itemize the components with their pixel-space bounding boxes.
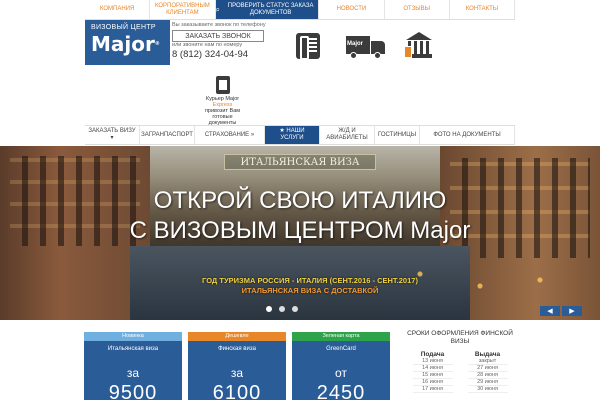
schedule-cell: 17 июня	[412, 386, 453, 393]
schedule-cell: 30 июня	[467, 386, 508, 393]
subnav-photo[interactable]: ФОТО НА ДОКУМЕНТЫ	[420, 126, 515, 144]
subnav-services[interactable]: ★ НАШИ УСЛУГИ	[265, 126, 320, 144]
logo[interactable]: ВИЗОВЫЙ ЦЕНТР Major®	[85, 20, 170, 65]
subnav-hotels[interactable]: ГОСТИНИЦЫ	[375, 126, 420, 144]
price-card-greencard[interactable]: Зеленая карта GreenCard от 2450	[292, 332, 390, 400]
nav-company[interactable]: КОМПАНИЯ	[85, 0, 151, 19]
card-title: GreenCard	[326, 346, 356, 352]
nav-reviews[interactable]: ОТЗЫВЫ	[385, 0, 450, 19]
search-icon: ⌕	[215, 5, 220, 14]
card-from: за	[126, 366, 140, 380]
nav-news[interactable]: НОВОСТИ	[319, 0, 385, 19]
subnav-tickets[interactable]: Ж/Д И АВИАБИЛЕТЫ	[320, 126, 375, 144]
nav-check-status[interactable]: ⌕ ПРОВЕРИТЬ СТАТУС ЗАКАЗА ДОКУМЕНТОВ	[215, 0, 320, 19]
schedule-submit-column: Подача 13 июня 14 июня 15 июня 16 июня 1…	[412, 351, 453, 393]
subnav-order-visa[interactable]: ЗАКАЗАТЬ ВИЗУ ▾	[85, 126, 140, 144]
card-price: 6100	[212, 382, 262, 400]
price-card-finland[interactable]: Дешевле Финская виза за 6100	[188, 332, 286, 400]
slider-prev-button[interactable]: ◀	[540, 306, 560, 316]
courier-block[interactable]: Курьер Major Express привозит Вам готовы…	[200, 76, 245, 126]
card-tag: Зеленая карта	[292, 332, 390, 341]
top-nav: КОМПАНИЯ КОРПОРАТИВНЫМ КЛИЕНТАМ ⌕ ПРОВЕР…	[85, 0, 516, 20]
hero-heading-line2: С ВИЗОВЫМ ЦЕНТРОМ Major	[129, 217, 471, 244]
phone-number[interactable]: 8 (812) 324-04-94	[172, 49, 272, 60]
hero-sub-line2: ИТАЛЬЯНСКАЯ ВИЗА С ДОСТАВКОЙ	[241, 286, 379, 295]
card-price: 2450	[316, 382, 366, 400]
hero-subtitle: ГОД ТУРИЗМА РОССИЯ - ИТАЛИЯ (СЕНТ.2016 -…	[180, 276, 440, 296]
courier-icon	[215, 76, 230, 94]
finnish-visa-schedule: СРОКИ ОФОРМЛЕНИЯ ФИНСКОЙ ВИЗЫ Подача 13 …	[405, 330, 515, 400]
schedule-issue-column: Выдача закрыт 27 июня 28 июня 29 июня 30…	[467, 351, 508, 393]
subnav-passport[interactable]: ЗАГРАНПАСПОРТ	[140, 126, 195, 144]
hero-heading: ОТКРОЙ СВОЮ ИТАЛИЮ С ВИЗОВЫМ ЦЕНТРОМ Maj…	[0, 186, 600, 246]
order-call-button[interactable]: ЗАКАЗАТЬ ЗВОНОК	[172, 30, 264, 42]
slider-dot[interactable]	[279, 306, 285, 312]
phone-icon[interactable]	[296, 33, 320, 60]
bank-icon[interactable]	[404, 32, 434, 60]
nav-corporate[interactable]: КОРПОРАТИВНЫМ КЛИЕНТАМ	[150, 0, 216, 19]
card-tag: Дешевле	[188, 332, 286, 341]
card-from: за	[230, 366, 244, 380]
schedule-cell: 28 июня	[467, 372, 508, 379]
slider-dots	[266, 306, 298, 312]
truck-icon[interactable]: Major	[346, 36, 388, 60]
schedule-submit-header: Подача	[420, 351, 445, 358]
card-title: Финская виза	[218, 346, 256, 352]
card-from: от	[335, 366, 347, 380]
schedule-cell: 14 июня	[412, 365, 453, 372]
logo-brand: Major®	[91, 32, 160, 56]
sub-nav: ЗАКАЗАТЬ ВИЗУ ▾ ЗАГРАНПАСПОРТ СТРАХОВАНИ…	[85, 125, 515, 145]
slider-dot[interactable]	[292, 306, 298, 312]
schedule-title: СРОКИ ОФОРМЛЕНИЯ ФИНСКОЙ ВИЗЫ	[407, 330, 513, 345]
hero-badge: ИТАЛЬЯНСКАЯ ВИЗА	[224, 154, 376, 170]
schedule-cell: 13 июня	[412, 358, 453, 365]
schedule-cell: 15 июня	[412, 372, 453, 379]
price-card-italy[interactable]: Новинка Итальянская виза за 9500	[84, 332, 182, 400]
hero-banner[interactable]: ИТАЛЬЯНСКАЯ ВИЗА ОТКРОЙ СВОЮ ИТАЛИЮ С ВИ…	[0, 146, 600, 320]
nav-check-status-label: ПРОВЕРИТЬ СТАТУС ЗАКАЗА ДОКУМЕНТОВ	[227, 2, 314, 16]
schedule-cell: 29 июня	[467, 379, 508, 386]
schedule-cell: 16 июня	[412, 379, 453, 386]
subnav-insurance[interactable]: СТРАХОВАНИЕ »	[195, 126, 265, 144]
slider-next-button[interactable]: ▶	[562, 306, 582, 316]
hero-heading-line1: ОТКРОЙ СВОЮ ИТАЛИЮ	[153, 187, 447, 214]
schedule-cell: закрыт	[467, 358, 508, 365]
card-tag: Новинка	[84, 332, 182, 341]
card-price: 9500	[108, 382, 158, 400]
schedule-issue-header: Выдача	[474, 351, 501, 358]
callback-note-2: или звоните нам по номеру	[172, 42, 243, 48]
nav-contacts[interactable]: КОНТАКТЫ	[450, 0, 516, 19]
card-title: Итальянская виза	[107, 346, 159, 352]
schedule-cell: 27 июня	[467, 365, 508, 372]
page: { "topnav": { "items": [ {"label": "КОМП…	[0, 0, 600, 400]
courier-line3: привозит Вам готовые документы	[204, 108, 241, 126]
callback-block: Вы заказываете звонок по телефону ЗАКАЗА…	[172, 22, 272, 60]
slider-dot[interactable]	[266, 306, 272, 312]
hero-sub-line1: ГОД ТУРИЗМА РОССИЯ - ИТАЛИЯ (СЕНТ.2016 -…	[202, 276, 418, 285]
callback-note: Вы заказываете звонок по телефону	[172, 22, 266, 28]
